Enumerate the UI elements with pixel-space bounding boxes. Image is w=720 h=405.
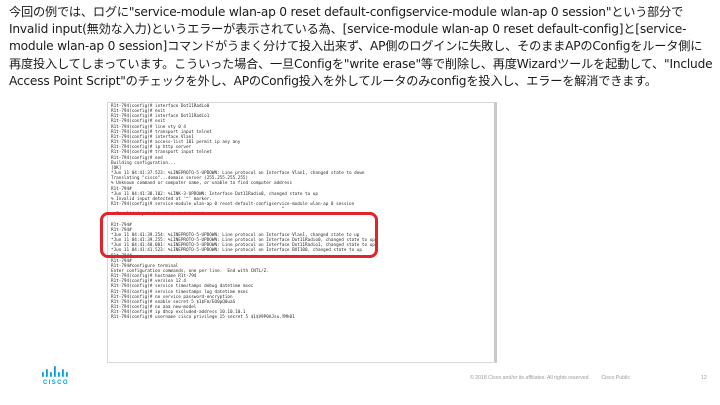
copyright-text: © 2018 Cisco and/or its affiliates. All … [470, 375, 590, 381]
error-highlight-box [100, 212, 378, 258]
cisco-logo-text: CISCO [42, 380, 69, 386]
classification-text: Cisco Public [601, 375, 630, 381]
slide-footer: © 2018 Cisco and/or its affiliates. All … [470, 375, 710, 381]
terminal-line: R1t-794(config)# username cisco privileg… [111, 315, 295, 321]
slide-body-text: 今回の例では、ログに"service-module wlan-ap 0 rese… [9, 4, 714, 90]
terminal-scrollbar [494, 103, 497, 362]
slide-paragraph: 今回の例では、ログに"service-module wlan-ap 0 rese… [9, 5, 713, 88]
page-number: 12 [701, 375, 707, 381]
